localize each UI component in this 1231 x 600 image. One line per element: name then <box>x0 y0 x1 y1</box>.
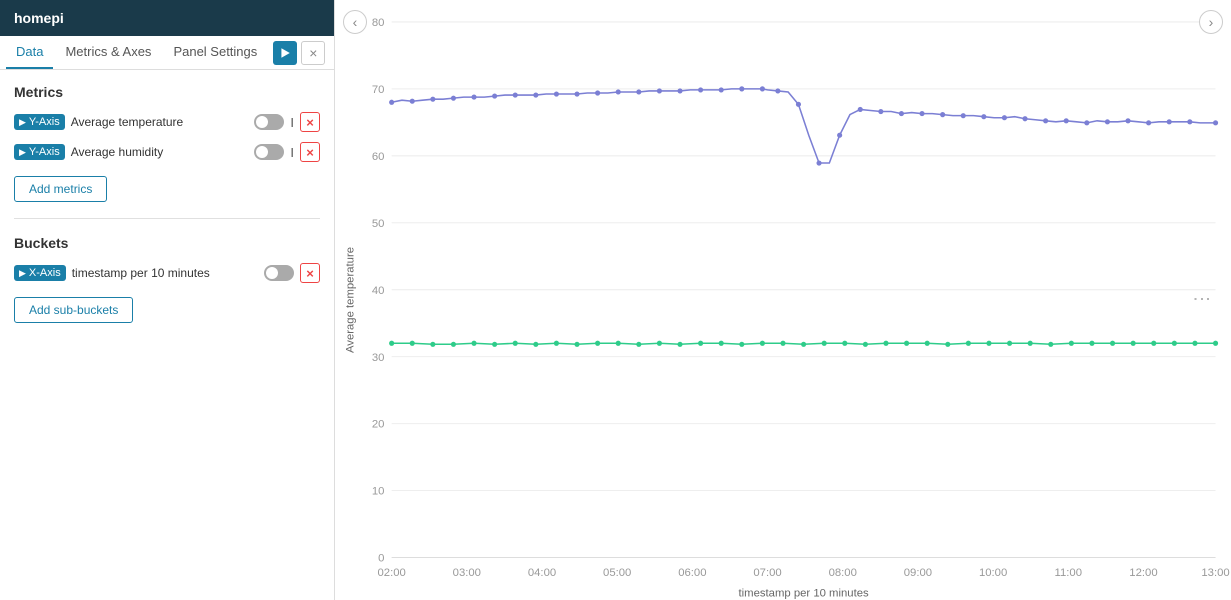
svg-text:30: 30 <box>372 352 385 364</box>
metric-name-2: Average humidity <box>71 145 249 159</box>
bucket-toggle-1[interactable] <box>264 265 294 281</box>
badge-arrow-2: ▶ <box>19 147 26 158</box>
y-axis-label: Average temperature <box>345 247 357 353</box>
metric-row-2: ▶ Y-Axis Average humidity I × <box>14 142 320 162</box>
humidity-dots <box>389 341 1218 347</box>
svg-text:11:00: 11:00 <box>1055 567 1082 579</box>
svg-text:13:00: 13:00 <box>1201 567 1229 579</box>
tab-data[interactable]: Data <box>6 36 53 69</box>
metrics-title: Metrics <box>14 84 320 100</box>
bucket-remove-1[interactable]: × <box>300 263 320 283</box>
metric-row-1: ▶ Y-Axis Average temperature I × <box>14 112 320 132</box>
y-axis-badge-1[interactable]: ▶ Y-Axis <box>14 114 65 130</box>
chart-nav-right[interactable]: › <box>1199 10 1223 34</box>
x-badge-arrow-1: ▶ <box>19 268 26 279</box>
svg-text:03:00: 03:00 <box>453 567 481 579</box>
sidebar: homepi Data Metrics & Axes Panel Setting… <box>0 0 335 600</box>
svg-text:50: 50 <box>372 218 385 230</box>
chart-nav-left[interactable]: ‹ <box>343 10 367 34</box>
app-title: homepi <box>0 0 334 36</box>
dots-menu[interactable]: ⋮ <box>1191 290 1213 310</box>
x-axis-badge-1[interactable]: ▶ X-Axis <box>14 265 66 281</box>
svg-text:20: 20 <box>372 419 385 431</box>
metric-remove-2[interactable]: × <box>300 142 320 162</box>
tab-metrics-axes[interactable]: Metrics & Axes <box>55 36 161 69</box>
metric-toggle-2[interactable] <box>254 144 284 160</box>
svg-text:05:00: 05:00 <box>603 567 631 579</box>
y-axis-badge-2[interactable]: ▶ Y-Axis <box>14 144 65 160</box>
metric-info-1[interactable]: I <box>290 115 294 130</box>
close-button[interactable]: × <box>301 41 325 65</box>
chart-area: ‹ › ⋮ Average temperature 80 70 60 50 40… <box>335 0 1231 600</box>
sidebar-content: Metrics ▶ Y-Axis Average temperature I ×… <box>0 70 334 600</box>
svg-text:70: 70 <box>372 84 385 96</box>
svg-text:04:00: 04:00 <box>528 567 556 579</box>
badge-label-1: Y-Axis <box>29 116 60 128</box>
badge-label-2: Y-Axis <box>29 146 60 158</box>
tabs-bar: Data Metrics & Axes Panel Settings × <box>0 36 334 70</box>
x-badge-label-1: X-Axis <box>29 267 61 279</box>
section-divider <box>14 218 320 219</box>
svg-text:12:00: 12:00 <box>1129 567 1157 579</box>
svg-text:08:00: 08:00 <box>829 567 857 579</box>
play-button[interactable] <box>273 41 297 65</box>
svg-text:0: 0 <box>378 553 384 565</box>
bucket-row-1: ▶ X-Axis timestamp per 10 minutes × <box>14 263 320 283</box>
svg-text:10:00: 10:00 <box>979 567 1007 579</box>
bucket-name-1: timestamp per 10 minutes <box>72 266 258 280</box>
svg-text:02:00: 02:00 <box>377 567 405 579</box>
temperature-dots <box>389 86 1218 165</box>
svg-text:timestamp per 10 minutes: timestamp per 10 minutes <box>739 588 869 600</box>
metric-name-1: Average temperature <box>71 115 249 129</box>
badge-arrow-1: ▶ <box>19 117 26 128</box>
metric-toggle-1[interactable] <box>254 114 284 130</box>
svg-text:80: 80 <box>372 17 385 29</box>
metric-remove-1[interactable]: × <box>300 112 320 132</box>
temperature-line <box>392 89 1216 163</box>
svg-text:07:00: 07:00 <box>753 567 781 579</box>
svg-text:10: 10 <box>372 486 385 498</box>
svg-text:40: 40 <box>372 285 385 297</box>
svg-text:60: 60 <box>372 151 385 163</box>
svg-text:09:00: 09:00 <box>904 567 932 579</box>
svg-text:06:00: 06:00 <box>678 567 706 579</box>
buckets-title: Buckets <box>14 235 320 251</box>
metric-info-2[interactable]: I <box>290 145 294 160</box>
add-sub-buckets-button[interactable]: Add sub-buckets <box>14 297 133 323</box>
add-metrics-button[interactable]: Add metrics <box>14 176 107 202</box>
tab-panel-settings[interactable]: Panel Settings <box>163 36 267 69</box>
chart-svg: Average temperature 80 70 60 50 40 30 20… <box>335 0 1231 600</box>
